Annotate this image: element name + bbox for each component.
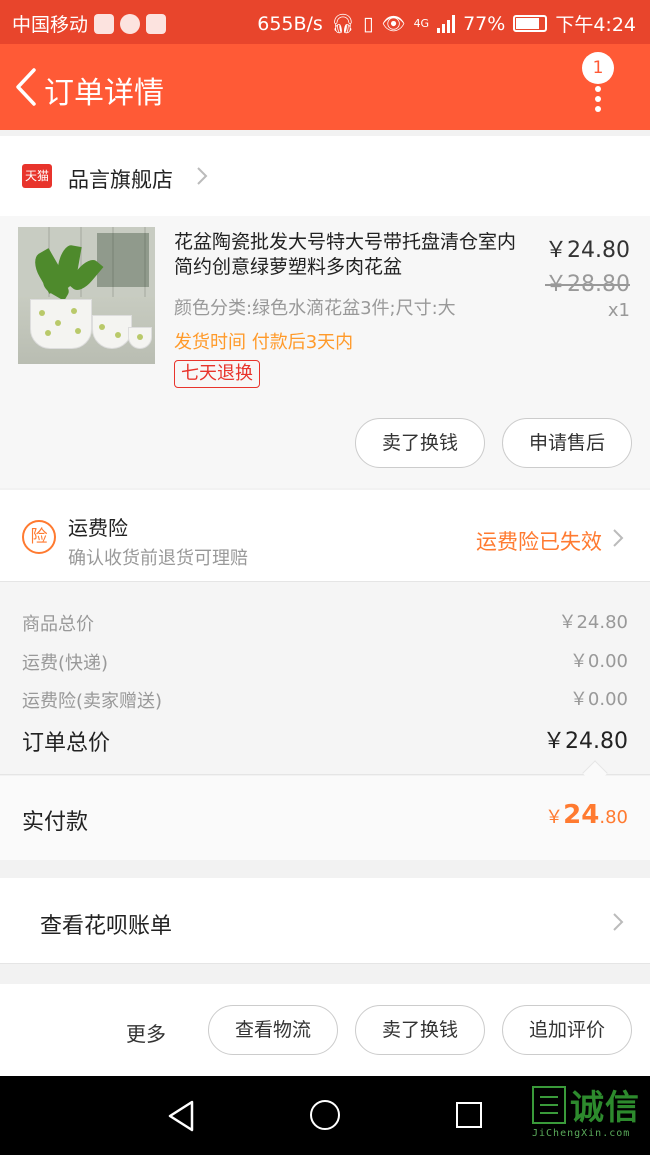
nav-back-icon[interactable] [166, 1100, 196, 1132]
watermark-subtext: JiChengXin.com [532, 1128, 631, 1139]
shop-name[interactable]: 品言旗舰店 [68, 164, 173, 194]
sell-for-cash-button[interactable]: 卖了换钱 [355, 1005, 485, 1055]
nav-home-icon[interactable] [310, 1100, 340, 1130]
amount-decimal: .80 [599, 807, 628, 828]
chat-icon [120, 13, 141, 34]
watermark: 诚信 JiChengXin.com [532, 1082, 644, 1146]
amount-integer: 24 [563, 800, 600, 830]
back-arrow-icon[interactable] [12, 66, 42, 108]
image-label-block [97, 233, 149, 287]
status-bar: 中国移动 655B/s 🎧︎ ▯ 👁︎ 4G 77% 下午4:24 [0, 0, 650, 44]
amount-paid-value: ￥24.80 [545, 800, 628, 830]
insurance-fee-value: ￥0.00 [569, 689, 628, 710]
order-total-value: ￥24.80 [543, 729, 628, 754]
product-title[interactable]: 花盆陶瓷批发大号特大号带托盘清仓室内简约创意绿萝塑料多肉花盆 [174, 230, 524, 280]
battery-percent: 77% [463, 12, 506, 35]
status-right: 655B/s 🎧︎ ▯ 👁︎ 4G 77% 下午4:24 [257, 10, 636, 37]
original-price: ￥28.80 [545, 272, 630, 297]
order-totals: 商品总价 ￥24.80 运费(快递) ￥0.00 运费险(卖家赠送) ￥0.00… [0, 582, 650, 786]
tmall-logo-icon: 天猫 [22, 164, 52, 188]
goods-total-value: ￥24.80 [558, 612, 628, 633]
view-logistics-button[interactable]: 查看物流 [208, 1005, 338, 1055]
watermark-text: 诚信 [570, 1088, 640, 1128]
watermark-logo-icon [532, 1086, 566, 1124]
sell-for-cash-button[interactable]: 卖了换钱 [355, 418, 485, 468]
carrier-label: 中国移动 [12, 14, 89, 36]
chevron-right-icon [197, 167, 208, 185]
pot-large [30, 299, 92, 349]
clock: 下午4:24 [555, 14, 636, 36]
bottom-action-bar: 更多 查看物流 卖了换钱 追加评价 [0, 984, 650, 1076]
notification-badge: 1 [582, 52, 614, 84]
chevron-right-icon [613, 529, 624, 547]
product-spec: 颜色分类:绿色水滴花盆3件;尺寸:大 [174, 298, 456, 319]
shipping-fee-label: 运费(快递) [22, 653, 109, 674]
shop-header[interactable]: 天猫 品言旗舰店 [0, 136, 650, 216]
network-speed: 655B/s [257, 12, 323, 35]
shipping-insurance-row[interactable]: 险 运费险 确认收货前退货可理赔 运费险已失效 [0, 490, 650, 582]
more-menu-button[interactable]: 1 [580, 52, 620, 122]
shipping-time: 发货时间 付款后3天内 [174, 332, 354, 353]
chevron-right-icon [613, 913, 624, 931]
seven-day-return-tag: 七天退换 [174, 360, 260, 388]
order-total-label: 订单总价 [22, 731, 111, 756]
insurance-status[interactable]: 运费险已失效 [476, 526, 602, 556]
battery-icon [513, 15, 548, 32]
insurance-icon: 险 [22, 520, 56, 554]
eye-icon: 👁︎ [381, 13, 406, 35]
status-left: 中国移动 [12, 10, 167, 37]
signal-icon [437, 14, 456, 33]
shipping-fee-value: ￥0.00 [569, 651, 628, 672]
amount-paid-row: 实付款 ￥24.80 [0, 776, 650, 860]
product-price: ￥24.80 [545, 238, 630, 263]
battery-level [516, 18, 540, 29]
vibrate-icon: ▯ [362, 12, 374, 35]
insurance-fee-label: 运费险(卖家赠送) [22, 691, 163, 712]
network-type: 4G [413, 17, 430, 30]
goods-total-label: 商品总价 [22, 614, 94, 635]
nav-recent-apps-icon[interactable] [456, 1102, 482, 1128]
location-icon [146, 13, 167, 34]
insurance-subtitle: 确认收货前退货可理赔 [68, 548, 248, 569]
menu-dot-icon [595, 106, 601, 112]
app-notification-icon [94, 13, 115, 34]
system-nav-bar: 诚信 JiChengXin.com [0, 1076, 650, 1155]
more-button[interactable]: 更多 [126, 1018, 166, 1047]
product-image[interactable] [18, 227, 155, 364]
insurance-title: 运费险 [68, 516, 128, 540]
add-review-button[interactable]: 追加评价 [502, 1005, 632, 1055]
pot-medium [92, 315, 132, 349]
title-bar: 订单详情 1 [0, 44, 650, 130]
page-title: 订单详情 [44, 76, 164, 111]
currency-symbol: ￥ [545, 807, 564, 828]
menu-dot-icon [595, 86, 601, 92]
huabei-bill-row[interactable]: 查看花呗账单 [0, 878, 650, 964]
huabei-bill-label: 查看花呗账单 [40, 914, 173, 939]
apply-after-sales-button[interactable]: 申请售后 [502, 418, 632, 468]
pot-small [128, 327, 152, 349]
headphone-icon: 🎧︎ [330, 13, 355, 35]
product-quantity: x1 [607, 300, 630, 321]
menu-dot-icon [595, 96, 601, 102]
amount-paid-label: 实付款 [22, 810, 89, 835]
